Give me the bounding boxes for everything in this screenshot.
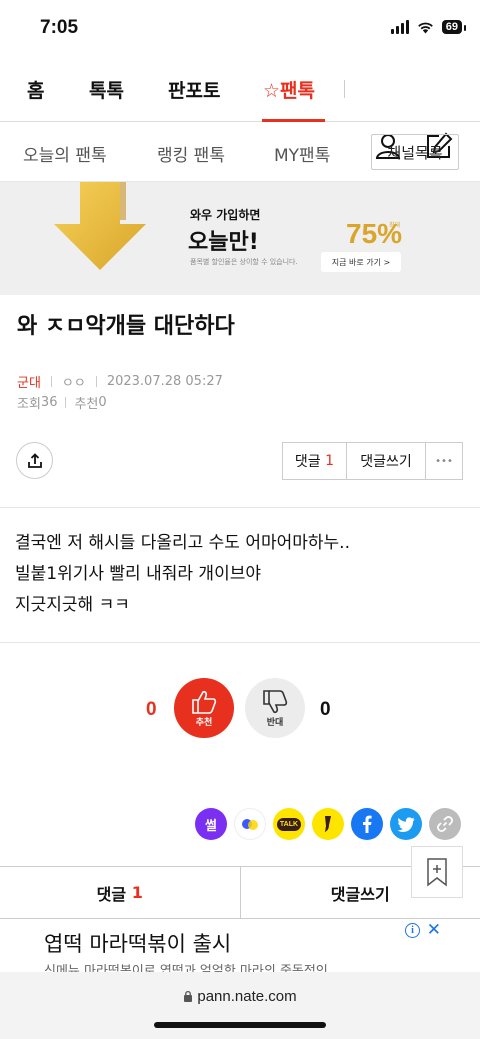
bottom-comments-label: 댓글 (96, 884, 127, 904)
browser-url-bar[interactable]: pann.nate.com (0, 972, 480, 1039)
share-icon (27, 452, 42, 468)
ad-line2: 오늘만! (188, 230, 259, 255)
copy-link-button[interactable] (429, 808, 461, 840)
upvote-button[interactable]: 추천 (174, 678, 234, 738)
post-stats: 조회 36 추천 0 (17, 393, 107, 412)
post-body-line: 빌붙1위기사 빨리 내줘라 개이브야 (15, 564, 261, 584)
ssul-label: 썰 (205, 817, 217, 833)
nav-pantok[interactable]: ☆팬톡 (263, 76, 315, 103)
meta-separator (65, 397, 67, 408)
ad-banner[interactable]: 와우 가입하면 오늘만! 품목별 할인율은 상이할 수 있습니다. 75% 최대… (0, 182, 480, 295)
ad-cta-button[interactable]: 지금 바로 가기 > (321, 252, 401, 272)
write-comment-button[interactable]: 댓글쓰기 (347, 443, 426, 479)
band-share-button[interactable] (234, 808, 266, 840)
bottom-comment-tabs: 댓글 1 댓글쓰기 (0, 866, 480, 919)
facebook-icon (363, 815, 372, 833)
battery-icon: 69 (441, 20, 467, 34)
upvote-label: 추천 (195, 717, 213, 728)
recommend-label: 추천 (74, 397, 99, 412)
post-actions: 댓글 1 댓글쓰기 ••• (282, 442, 463, 480)
ssul-share-button[interactable]: 썰 (195, 808, 227, 840)
kakaostory-share-button[interactable] (312, 808, 344, 840)
bookmark-button[interactable] (411, 846, 463, 898)
home-indicator (154, 1022, 326, 1028)
post-category[interactable]: 군대 (17, 372, 41, 391)
kakaostory-icon (325, 816, 331, 832)
upvote-count: 0 (146, 699, 157, 720)
tab-my-pantok[interactable]: MY팬톡 (274, 141, 330, 166)
status-bar: 7:05 69 (0, 0, 480, 58)
bottom-comments-count: 1 (131, 883, 143, 902)
divider (0, 642, 480, 643)
post-body-line: 결국엔 저 해시들 다올리고 수도 어마어마하누.. (15, 533, 350, 553)
share-button[interactable] (16, 442, 53, 479)
url-text: pann.nate.com (197, 988, 297, 1005)
nav-divider (344, 80, 345, 98)
tab-today-pantok[interactable]: 오늘의 팬톡 (23, 141, 107, 166)
post-meta: 군대 ㅇㅇ 2023.07.28 05:27 (17, 372, 223, 391)
ad-close-icon[interactable]: ✕ (427, 920, 441, 940)
ad-tag: 최대 (389, 222, 401, 229)
down-arrow-graphic (54, 182, 146, 270)
post-date: 2023.07.28 05:27 (106, 374, 223, 389)
main-nav: 홈 톡톡 판포토 ☆팬톡 (0, 58, 480, 159)
thumbs-up-icon (192, 690, 217, 714)
social-share: 썰 TALK (195, 808, 461, 840)
more-button[interactable]: ••• (426, 443, 462, 479)
thumbs-down-icon (263, 689, 288, 713)
meta-separator (95, 376, 97, 387)
comment-count: 1 (325, 453, 335, 469)
post-body: 결국엔 저 해시들 다올리고 수도 어마어마하누.. 빌붙1위기사 빨리 내줘라… (15, 528, 350, 621)
twitter-share-button[interactable] (390, 808, 422, 840)
status-icons: 69 (390, 20, 467, 34)
bottom-ad-title: 엽떡 마라떡볶이 출시 (44, 932, 232, 956)
facebook-share-button[interactable] (351, 808, 383, 840)
comment-count-button[interactable]: 댓글 1 (283, 443, 347, 479)
ad-line1: 와우 가입하면 (190, 208, 261, 222)
bookmark-icon (427, 858, 447, 887)
status-time: 7:05 (40, 17, 79, 38)
ad-info-icon[interactable]: i (405, 923, 420, 938)
downvote-label: 반대 (266, 717, 284, 728)
twitter-icon (397, 816, 415, 832)
ad-fine-print: 품목별 할인율은 상이할 수 있습니다. (190, 258, 298, 266)
post-title: 와 ㅈㅁ악개들 대단하다 (17, 314, 235, 339)
kakaotalk-icon: TALK (276, 817, 302, 831)
comment-label: 댓글 (294, 454, 321, 470)
wifi-icon (417, 22, 433, 33)
link-icon (436, 815, 454, 833)
meta-separator (50, 376, 52, 387)
bottom-ad[interactable]: 엽떡 마라떡볶이 출시 신메뉴 마라떡볶이로 엽떡과 얼얼한 마라의 중독적인 … (34, 920, 446, 972)
nav-home[interactable]: 홈 (27, 76, 44, 103)
channel-list-button[interactable]: 채널목록 (371, 134, 459, 170)
tab-ranking-pantok[interactable]: 랭킹 팬톡 (157, 141, 225, 166)
url-display[interactable]: pann.nate.com (0, 988, 480, 1005)
downvote-count: 0 (320, 699, 331, 720)
bottom-ad-subtitle: 신메뉴 마라떡볶이로 엽떡과 얼얼한 마라의 중독적인 (44, 964, 328, 972)
kakaotalk-share-button[interactable]: TALK (273, 808, 305, 840)
lock-icon (184, 990, 193, 1002)
recommend-count: 0 (98, 395, 107, 410)
views-label: 조회 (17, 397, 41, 412)
sub-nav: 오늘의 팬톡 랭킹 팬톡 MY팬톡 채널목록 (0, 122, 480, 182)
band-icon (242, 819, 258, 830)
post-author: ㅇㅇ (61, 376, 86, 391)
views-count: 36 (40, 395, 58, 410)
nav-toktok[interactable]: 톡톡 (89, 76, 124, 103)
downvote-button[interactable]: 반대 (245, 678, 305, 738)
nav-panpoto[interactable]: 판포토 (168, 76, 220, 103)
divider (0, 507, 480, 508)
bottom-comments-tab[interactable]: 댓글 1 (0, 867, 241, 918)
signal-icon (390, 20, 409, 34)
post-body-line: 지긋지긋해 ㅋㅋ (15, 595, 130, 615)
